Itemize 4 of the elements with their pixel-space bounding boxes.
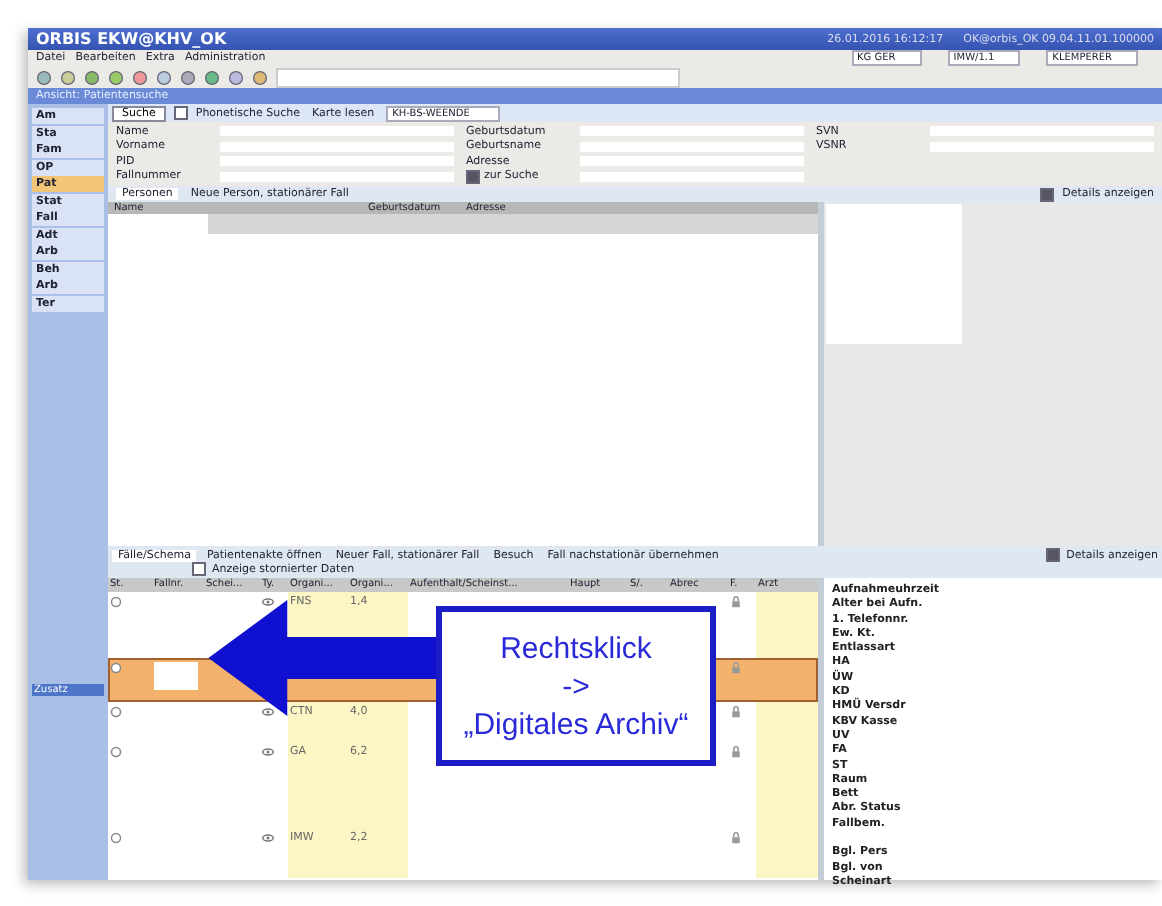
window-title: ORBIS EKW@KHV_OK <box>36 30 227 48</box>
callout-text: „Digitales Archiv“ <box>463 705 689 743</box>
callout-text: -> <box>562 667 590 705</box>
callout-text: Rechtsklick <box>500 629 652 667</box>
